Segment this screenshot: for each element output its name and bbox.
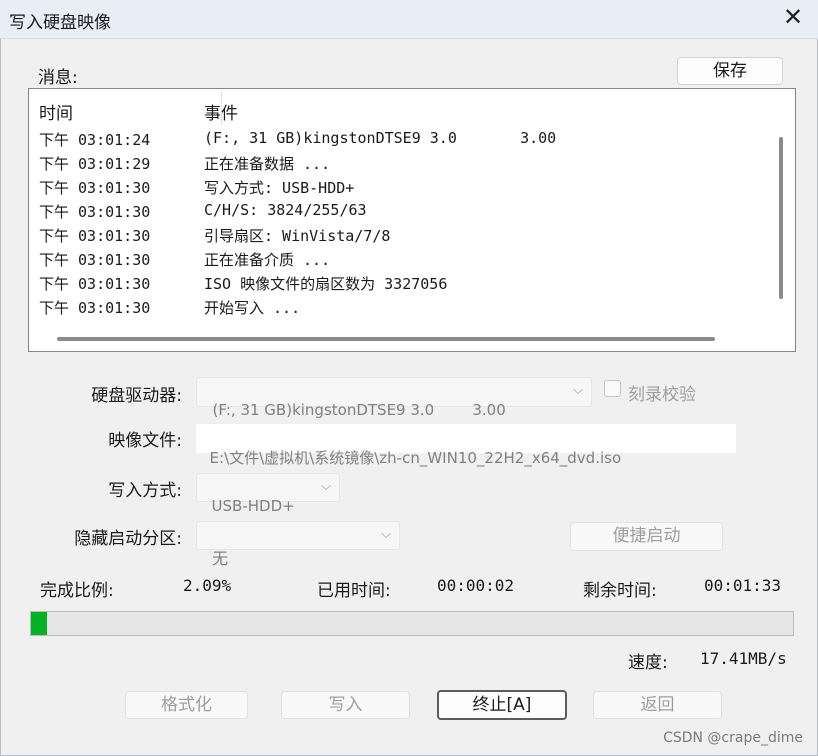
log-row-event: ISO 映像文件的扇区数为 3327056 (204, 275, 448, 293)
chevron-down-icon: ⌵ (381, 527, 391, 542)
format-button[interactable]: 格式化 (125, 691, 248, 719)
drive-label: 硬盘驱动器: (91, 386, 182, 406)
abort-button[interactable]: 终止[A] (437, 690, 567, 720)
percent-label: 完成比例: (40, 581, 114, 601)
back-button[interactable]: 返回 (593, 691, 722, 719)
window-title: 写入硬盘映像 (9, 13, 111, 33)
horizontal-scrollbar[interactable] (57, 337, 715, 341)
speed-value: 17.41MB/s (700, 649, 787, 668)
log-row[interactable]: 下午 03:01:29 正在准备数据 ... (29, 153, 769, 177)
log-row-event: 正在准备介质 ... (204, 251, 331, 269)
log-row-time: 下午 03:01:24 (39, 131, 151, 149)
log-row-event: 正在准备数据 ... (204, 155, 331, 173)
log-row-time: 下午 03:01:30 (39, 227, 151, 245)
drive-select[interactable]: (F:, 31 GB)kingstonDTSE9 3.0 3.00 ⌵ (196, 377, 592, 419)
log-row[interactable]: 下午 03:01:24 (F:, 31 GB)kingstonDTSE9 3.0 … (29, 129, 769, 153)
write-button[interactable]: 写入 (281, 691, 410, 719)
verify-label[interactable]: 刻录校验 (628, 380, 696, 405)
chevron-down-icon: ⌵ (321, 479, 331, 494)
log-row-time: 下午 03:01:30 (39, 299, 151, 317)
watermark: CSDN @crape_dime (663, 730, 803, 746)
column-header-event[interactable]: 事件 (204, 99, 238, 124)
log-row[interactable]: 下午 03:01:30 C/H/S: 3824/255/63 (29, 201, 769, 225)
drive-value: (F:, 31 GB)kingstonDTSE9 3.0 3.00 (212, 401, 506, 419)
log-row-event: 引导扇区: WinVista/7/8 (204, 227, 391, 245)
verify-checkbox[interactable] (604, 380, 621, 397)
hidden-partition-value: 无 (212, 549, 229, 568)
log-row-event: 写入方式: USB-HDD+ (204, 179, 355, 197)
remaining-label: 剩余时间: (583, 581, 657, 601)
hidden-partition-label: 隐藏启动分区: (74, 529, 182, 549)
log-row[interactable]: 下午 03:01:30 ISO 映像文件的扇区数为 3327056 (29, 273, 769, 297)
remaining-value: 00:01:33 (704, 576, 782, 595)
log-row[interactable]: 下午 03:01:30 引导扇区: WinVista/7/8 (29, 225, 769, 249)
title-bar: 写入硬盘映像 ✕ (0, 0, 818, 39)
log-header: 时间 事件 (29, 89, 769, 127)
write-method-value: USB-HDD+ (211, 497, 295, 515)
percent-value: 2.09% (183, 576, 232, 595)
quick-boot-button[interactable]: 便捷启动 (570, 522, 723, 551)
image-file-label: 映像文件: (108, 431, 182, 451)
write-method-select[interactable]: USB-HDD+ ⌵ (196, 473, 340, 515)
log-row-event: (F:, 31 GB)kingstonDTSE9 3.0 3.00 (204, 129, 557, 147)
log-row[interactable]: 下午 03:01:30 开始写入 ... (29, 297, 769, 321)
log-row-time: 下午 03:01:29 (39, 155, 151, 173)
image-file-field[interactable]: E:\文件\虚拟机\系统镜像\zh-cn_WIN10_22H2_x64_dvd.… (196, 424, 736, 467)
log-row-event: C/H/S: 3824/255/63 (204, 201, 367, 219)
hidden-partition-select[interactable]: 无 ⌵ (196, 521, 400, 568)
progress-fill (31, 612, 47, 635)
log-row[interactable]: 下午 03:01:30 写入方式: USB-HDD+ (29, 177, 769, 201)
image-file-value: E:\文件\虚拟机\系统镜像\zh-cn_WIN10_22H2_x64_dvd.… (209, 449, 622, 467)
chevron-down-icon: ⌵ (573, 383, 583, 398)
column-header-time[interactable]: 时间 (39, 99, 73, 124)
log-row-time: 下午 03:01:30 (39, 203, 151, 221)
log-row-time: 下午 03:01:30 (39, 179, 151, 197)
speed-label: 速度: (628, 653, 668, 673)
vertical-scrollbar[interactable] (779, 137, 783, 299)
elapsed-label: 已用时间: (317, 581, 391, 601)
log-row-time: 下午 03:01:30 (39, 251, 151, 269)
log-row-time: 下午 03:01:30 (39, 275, 151, 293)
log-row[interactable]: 下午 03:01:30 正在准备介质 ... (29, 249, 769, 273)
progress-bar (30, 611, 794, 636)
log-row-event: 开始写入 ... (204, 299, 301, 317)
messages-label: 消息: (38, 68, 78, 88)
write-method-label: 写入方式: (108, 481, 182, 501)
elapsed-value: 00:00:02 (437, 576, 515, 595)
close-icon[interactable]: ✕ (782, 5, 804, 29)
save-button[interactable]: 保存 (677, 57, 783, 85)
message-log[interactable]: 时间 事件 下午 03:01:24 (F:, 31 GB)kingstonDTSE… (28, 88, 796, 352)
